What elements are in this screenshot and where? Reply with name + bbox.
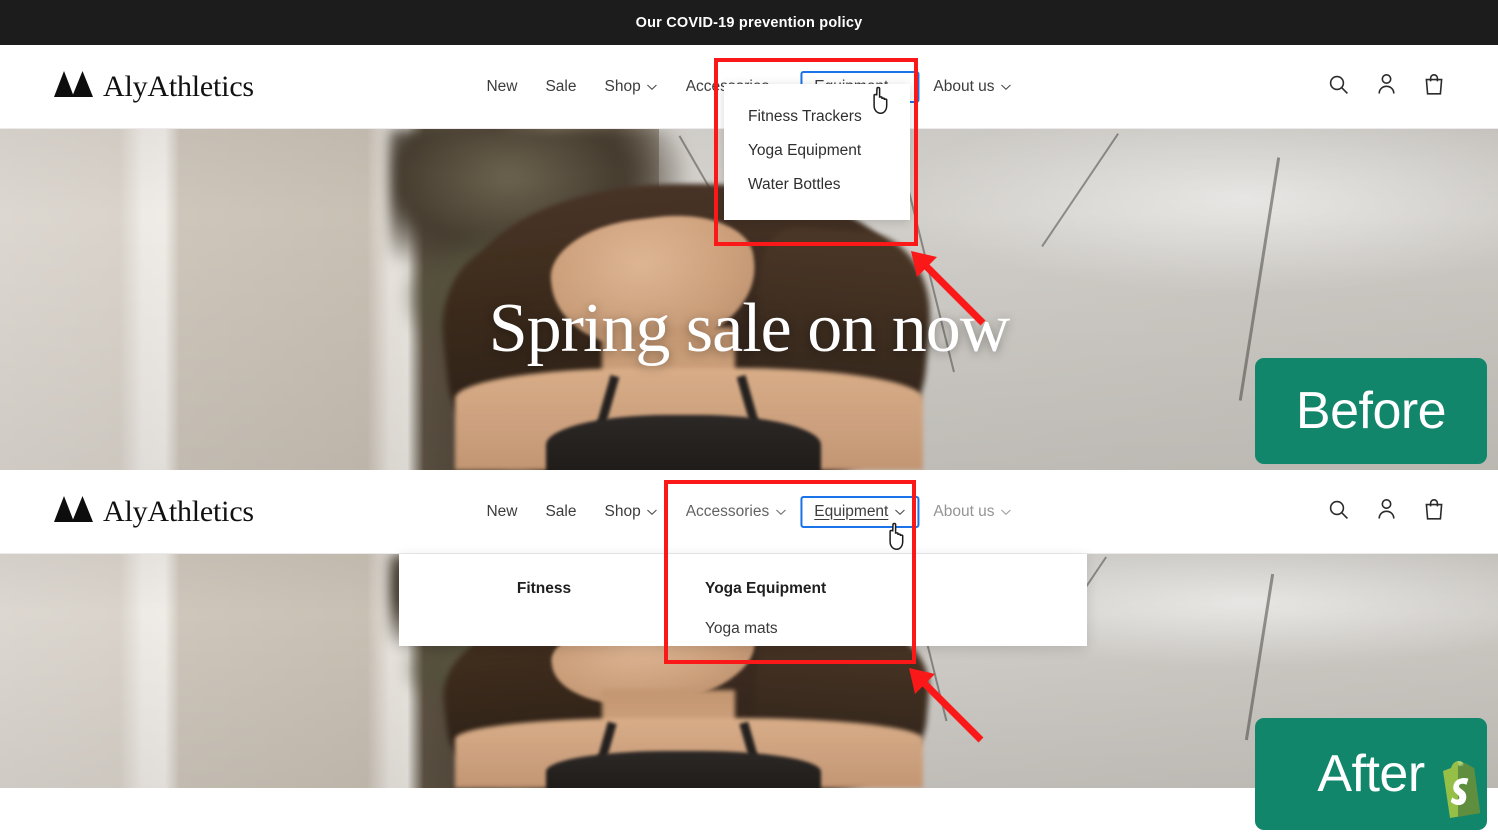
megamenu-column-title: Yoga Equipment	[705, 580, 827, 597]
nav-label: Accessories	[685, 502, 770, 520]
nav-item-equipment[interactable]: Equipment	[800, 495, 920, 528]
after-badge: After	[1255, 718, 1487, 830]
equipment-megamenu-after: Fitness Yoga Equipment Yoga mats	[399, 554, 1087, 646]
nav-item-sale[interactable]: Sale	[531, 496, 590, 528]
screenshot-root: Our COVID-19 prevention policy AlyAthlet…	[0, 0, 1498, 833]
site-logo-after[interactable]: AlyAthletics	[54, 495, 254, 529]
megamenu-column-title: Fitness	[516, 580, 572, 597]
account-icon[interactable]	[1377, 498, 1396, 525]
nav-item-new[interactable]: New	[472, 71, 531, 103]
cart-icon[interactable]	[1424, 73, 1444, 100]
nav-label: Equipment	[814, 502, 889, 520]
nav-label: Sale	[545, 502, 577, 520]
nav-label: About us	[933, 77, 995, 95]
dropdown-item-water-bottles[interactable]: Water Bottles	[724, 168, 910, 202]
dropdown-item-yoga-equipment[interactable]: Yoga Equipment	[724, 134, 910, 168]
nav-item-about-us[interactable]: About us	[919, 496, 1025, 528]
account-icon[interactable]	[1377, 73, 1396, 100]
site-header-after: AlyAthletics New Sale Shop Accessories E…	[0, 470, 1498, 554]
hero-heading-before: Spring sale on now	[488, 290, 1011, 367]
nav-label: Shop	[604, 502, 641, 520]
search-icon[interactable]	[1328, 499, 1349, 525]
nav-item-new[interactable]: New	[472, 496, 531, 528]
nav-item-shop[interactable]: Shop	[590, 496, 671, 528]
nav-label: Sale	[545, 77, 577, 95]
chevron-down-icon	[647, 503, 658, 521]
double-mountain-icon	[54, 71, 94, 102]
chevron-down-icon	[775, 503, 786, 521]
after-badge-label: After	[1317, 745, 1425, 803]
dropdown-item-fitness-trackers[interactable]: Fitness Trackers	[724, 100, 910, 134]
megamenu-column-yoga-equipment: Yoga Equipment Yoga mats	[689, 580, 889, 637]
site-logo[interactable]: AlyAthletics	[54, 70, 254, 104]
announcement-bar[interactable]: Our COVID-19 prevention policy	[0, 0, 1498, 45]
chevron-down-icon	[894, 503, 905, 521]
nav-label: Shop	[604, 77, 641, 95]
brand-name: AlyAthletics	[103, 494, 254, 528]
header-icons-after	[1328, 498, 1444, 525]
chevron-down-icon	[1001, 78, 1012, 96]
before-panel: Our COVID-19 prevention policy AlyAthlet…	[0, 0, 1498, 470]
search-icon[interactable]	[1328, 74, 1349, 100]
megamenu-link-yoga-mats[interactable]: Yoga mats	[705, 620, 849, 638]
equipment-dropdown-before: Fitness Trackers Yoga Equipment Water Bo…	[724, 84, 910, 220]
nav-item-about-us[interactable]: About us	[919, 71, 1025, 103]
brand-name: AlyAthletics	[103, 69, 254, 103]
chevron-down-icon	[647, 78, 658, 96]
cart-icon[interactable]	[1424, 498, 1444, 525]
nav-item-sale[interactable]: Sale	[531, 71, 590, 103]
main-nav-after: New Sale Shop Accessories Equipment Abou…	[472, 470, 1025, 554]
nav-label: New	[486, 502, 518, 520]
before-badge: Before	[1255, 358, 1487, 464]
double-mountain-icon	[54, 496, 94, 527]
nav-label: New	[486, 77, 518, 95]
chevron-down-icon	[1001, 503, 1012, 521]
nav-label: About us	[933, 502, 995, 520]
announcement-text: Our COVID-19 prevention policy	[635, 14, 863, 31]
megamenu-column-fitness: Fitness	[399, 580, 689, 616]
nav-item-shop[interactable]: Shop	[590, 71, 671, 103]
before-badge-label: Before	[1295, 382, 1447, 440]
header-icons-before	[1328, 73, 1444, 100]
shopify-bag-icon	[1435, 757, 1491, 833]
nav-item-accessories[interactable]: Accessories	[672, 496, 801, 528]
